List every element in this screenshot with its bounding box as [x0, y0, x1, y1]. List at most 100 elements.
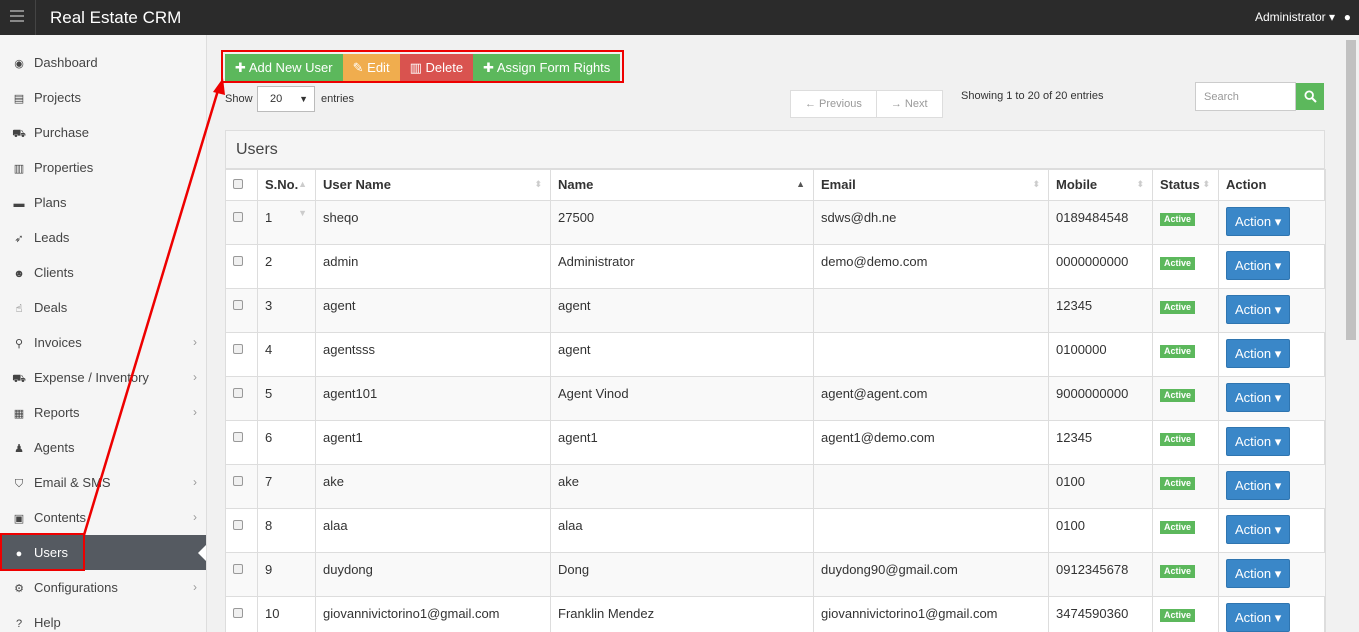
sidebar-item-purchase[interactable]: ⛟ Purchase [0, 115, 206, 150]
previous-button[interactable]: ← Previous [791, 91, 876, 117]
action-dropdown-button[interactable]: Action ▾ [1226, 339, 1291, 368]
entries-label: entries [321, 93, 355, 105]
cell-status: Active [1152, 376, 1219, 421]
user-menu[interactable]: Administrator ▾ [1255, 10, 1335, 24]
sidebar-item-help[interactable]: ? Help [0, 605, 206, 632]
action-dropdown-button[interactable]: Action ▾ [1226, 559, 1291, 588]
sidebar-item-label: Plans [34, 195, 67, 210]
page-scrollbar[interactable] [1343, 35, 1359, 632]
row-select-cell [225, 420, 258, 465]
row-checkbox[interactable] [233, 608, 243, 618]
row-checkbox[interactable] [233, 432, 243, 442]
sidebar-item-leads[interactable]: ➶ Leads [0, 220, 206, 255]
sidebar-item-reports[interactable]: ▦ Reports › [0, 395, 206, 430]
chevron-right-icon: › [193, 510, 197, 524]
sidebar-item-label: Contents [34, 510, 87, 525]
header-email[interactable]: Email ⬍ [813, 169, 1049, 201]
row-select-cell [225, 200, 258, 245]
header-status[interactable]: Status ⬍ [1152, 169, 1219, 201]
cell-mobile: 0100 [1048, 464, 1153, 509]
entries-select[interactable]: 20 ▼ [257, 86, 315, 112]
action-dropdown-button[interactable]: Action ▾ [1226, 295, 1291, 324]
add-new-user-button[interactable]: ✚ Add New User [225, 54, 343, 81]
cell-email [813, 464, 1049, 509]
assign-form-rights-button[interactable]: ✚ Assign Form Rights [473, 54, 621, 81]
action-dropdown-button[interactable]: Action ▾ [1226, 471, 1291, 500]
app-title[interactable]: Real Estate CRM [50, 8, 181, 28]
cell-action: Action ▾ [1218, 464, 1326, 509]
header-name[interactable]: Name ▲ [550, 169, 814, 201]
cell-mobile: 0189484548 [1048, 200, 1153, 245]
sidebar-item-properties[interactable]: ▥ Properties [0, 150, 206, 185]
cell-email: sdws@dh.ne [813, 200, 1049, 245]
chevron-right-icon: › [193, 580, 197, 594]
sidebar-item-projects[interactable]: ▤ Projects [0, 80, 206, 115]
select-all-checkbox[interactable] [233, 179, 243, 189]
edit-button[interactable]: ✎ Edit [342, 54, 400, 81]
row-checkbox[interactable] [233, 564, 243, 574]
sidebar-item-deals[interactable]: ☝ Deals [0, 290, 206, 325]
sidebar-item-label: Expense / Inventory [34, 370, 149, 385]
next-button[interactable]: → Next [875, 91, 942, 117]
cart-icon: ⛟ [12, 373, 26, 385]
showing-info: Showing 1 to 20 of 20 entries [961, 90, 1104, 102]
plus-icon: ✚ [483, 60, 494, 75]
cell-action: Action ▾ [1218, 596, 1326, 632]
cell-sno: 4 [257, 332, 316, 377]
users-icon: ☻ [13, 268, 25, 280]
delete-button[interactable]: ▥ Delete [399, 54, 474, 81]
search-button[interactable] [1296, 83, 1324, 110]
row-checkbox[interactable] [233, 212, 243, 222]
scrollbar-thumb[interactable] [1346, 40, 1356, 340]
sidebar-item-label: Help [34, 615, 61, 630]
user-icon[interactable]: ● [1344, 10, 1351, 24]
cell-name: Agent Vinod [550, 376, 814, 421]
sidebar-item-clients[interactable]: ☻ Clients [0, 255, 206, 290]
row-checkbox[interactable] [233, 388, 243, 398]
cell-status: Active [1152, 508, 1219, 553]
sidebar-item-plans[interactable]: ▬ Plans [0, 185, 206, 220]
table-row: 7 ake ake 0100 Active Action ▾ [225, 464, 1326, 509]
row-checkbox[interactable] [233, 520, 243, 530]
cell-username: sheqo [315, 200, 551, 245]
header-sno[interactable]: S.No. ▲ ▼ [257, 169, 316, 218]
action-dropdown-button[interactable]: Action ▾ [1226, 251, 1291, 280]
row-checkbox[interactable] [233, 476, 243, 486]
cell-username: agent [315, 288, 551, 333]
menu-toggle-icon[interactable] [10, 10, 24, 24]
chevron-right-icon: › [193, 335, 197, 349]
table-row: 8 alaa alaa 0100 Active Action ▾ [225, 508, 1326, 553]
sidebar-item-agents[interactable]: ♟ Agents [0, 430, 206, 465]
action-dropdown-button[interactable]: Action ▾ [1226, 515, 1291, 544]
sidebar-item-expense-inventory[interactable]: ⛟ Expense / Inventory › [0, 360, 206, 395]
top-navbar: Real Estate CRM Administrator ▾ ● [0, 0, 1359, 35]
thumbs-up-icon: ☝ [15, 303, 23, 315]
table-icon: ▦ [13, 408, 25, 420]
sidebar-item-dashboard[interactable]: ◉ Dashboard [0, 45, 206, 80]
row-checkbox[interactable] [233, 256, 243, 266]
rocket-icon: ➶ [14, 233, 24, 245]
sidebar-item-invoices[interactable]: ⚲ Invoices › [0, 325, 206, 360]
header-mobile[interactable]: Mobile ⬍ [1048, 169, 1153, 201]
row-checkbox[interactable] [233, 344, 243, 354]
sidebar-item-email-sms[interactable]: ⛉ Email & SMS › [0, 465, 206, 500]
server-icon: ▤ [13, 93, 25, 105]
cell-status: Active [1152, 288, 1219, 333]
action-dropdown-button[interactable]: Action ▾ [1226, 427, 1291, 456]
cell-status: Active [1152, 200, 1219, 245]
action-dropdown-button[interactable]: Action ▾ [1226, 383, 1291, 412]
header-action: Action [1218, 169, 1326, 201]
sidebar-item-contents[interactable]: ▣ Contents › [0, 500, 206, 535]
cell-sno: 6 [257, 420, 316, 465]
sidebar-item-configurations[interactable]: ⚙ Configurations › [0, 570, 206, 605]
status-badge: Active [1160, 609, 1196, 622]
action-dropdown-button[interactable]: Action ▾ [1226, 207, 1291, 236]
search-input[interactable] [1195, 82, 1296, 111]
action-dropdown-button[interactable]: Action ▾ [1226, 603, 1291, 632]
cell-status: Active [1152, 552, 1219, 597]
row-checkbox[interactable] [233, 300, 243, 310]
cell-name: Dong [550, 552, 814, 597]
header-username[interactable]: User Name ⬍ [315, 169, 551, 201]
cell-sno: 8 [257, 508, 316, 553]
cell-mobile: 0912345678 [1048, 552, 1153, 597]
